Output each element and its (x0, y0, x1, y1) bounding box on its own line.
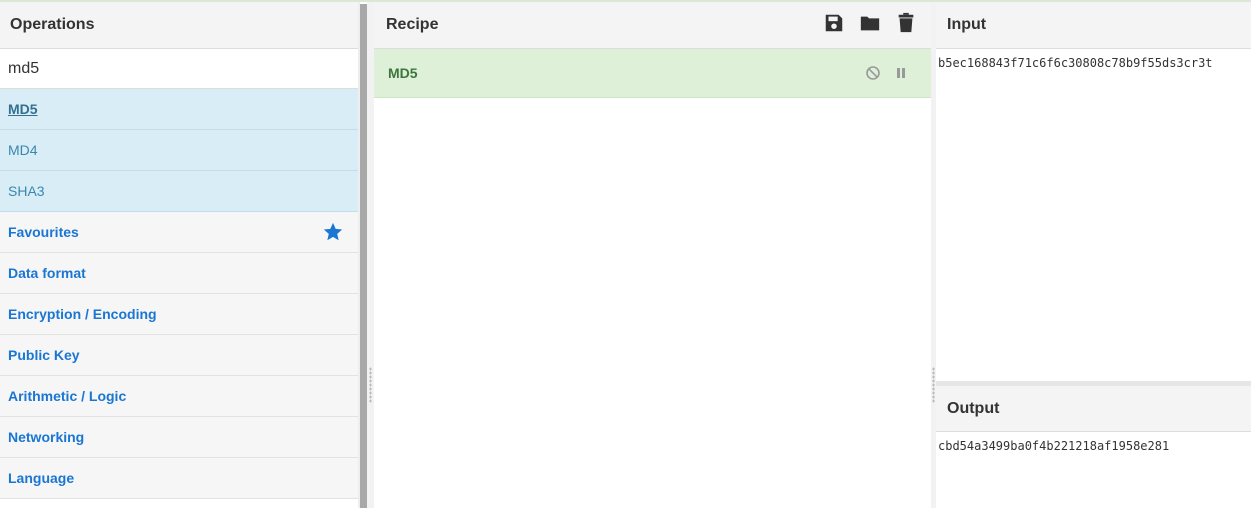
recipe-item-label: MD5 (388, 65, 418, 81)
output-title: Output (936, 386, 1251, 432)
recipe-title: Recipe (386, 16, 439, 33)
operations-scrollbar[interactable] (360, 4, 367, 508)
operations-panel: Operations MD5 MD4 SHA3 Favourites Data … (0, 2, 358, 508)
operations-search-input[interactable] (0, 49, 358, 89)
disable-icon[interactable] (865, 65, 881, 81)
category-networking[interactable]: Networking (0, 417, 358, 458)
save-icon[interactable] (823, 12, 845, 34)
operations-title: Operations (0, 2, 358, 49)
category-encryption-encoding[interactable]: Encryption / Encoding (0, 294, 358, 335)
recipe-panel: Recipe MD5 (374, 2, 931, 508)
recipe-toolbar (823, 12, 917, 34)
category-data-format[interactable]: Data format (0, 253, 358, 294)
category-arithmetic-logic[interactable]: Arithmetic / Logic (0, 376, 358, 417)
input-textarea[interactable]: b5ec168843f71c6f6c30808c78b9f55ds3cr3t (936, 49, 1251, 381)
recipe-item-controls (865, 65, 909, 81)
search-result-md4[interactable]: MD4 (0, 130, 358, 171)
recipe-item-md5[interactable]: MD5 (374, 49, 931, 98)
search-result-md5[interactable]: MD5 (0, 89, 358, 130)
input-title: Input (936, 2, 1251, 49)
category-public-key[interactable]: Public Key (0, 335, 358, 376)
gutter-grip-icon (932, 367, 935, 403)
recipe-header: Recipe (374, 2, 931, 49)
trash-icon[interactable] (895, 12, 917, 34)
star-icon (323, 222, 343, 241)
category-language[interactable]: Language (0, 458, 358, 499)
pause-icon[interactable] (893, 65, 909, 81)
search-result-sha3[interactable]: SHA3 (0, 171, 358, 212)
io-panel: Input b5ec168843f71c6f6c30808c78b9f55ds3… (936, 2, 1251, 508)
resize-gutter-left[interactable] (367, 2, 374, 508)
output-textarea[interactable]: cbd54a3499ba0f4b221218af1958e281 (936, 432, 1251, 460)
folder-icon[interactable] (859, 12, 881, 34)
category-favourites[interactable]: Favourites (0, 212, 358, 253)
category-label: Favourites (8, 224, 79, 240)
gutter-grip-icon (369, 367, 372, 403)
